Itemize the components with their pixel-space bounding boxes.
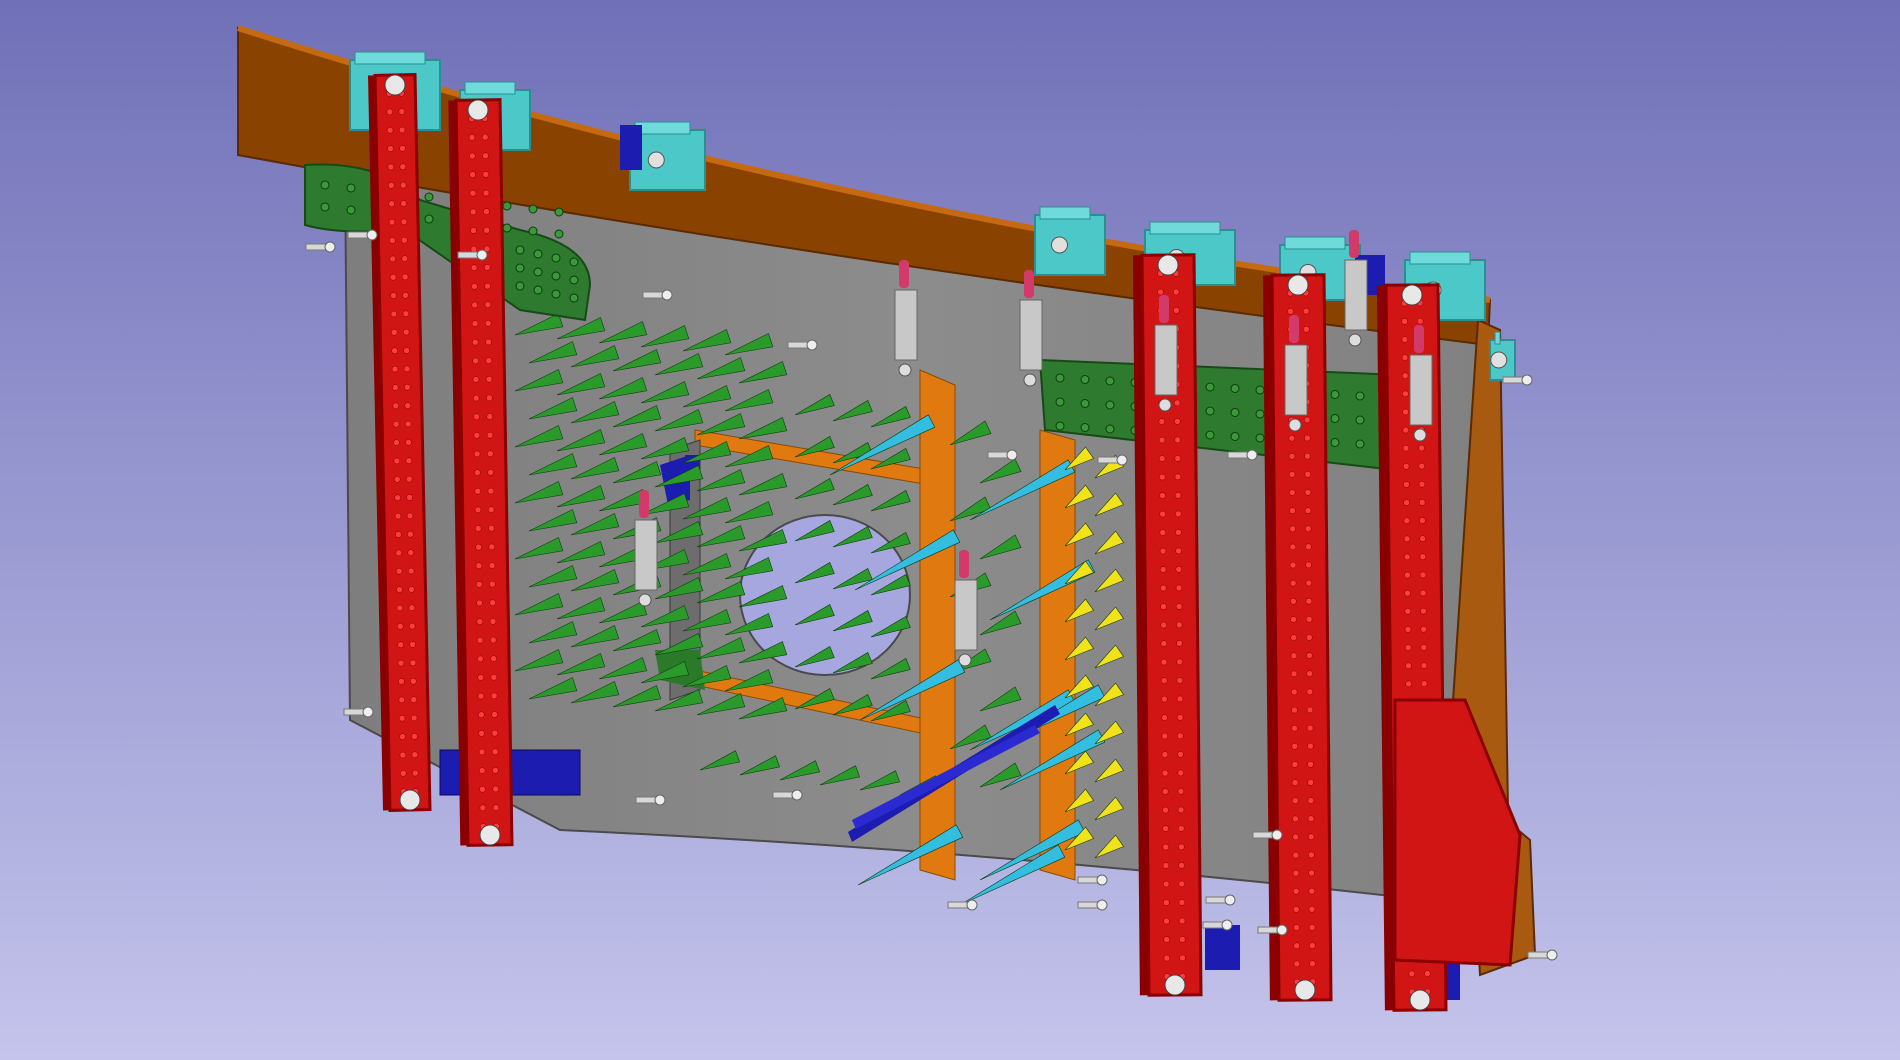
bolt-icon [1077, 899, 1108, 911]
bolt-icon [343, 706, 374, 718]
bolt-icon [1252, 829, 1283, 841]
bolt-icon [1227, 449, 1258, 461]
bolt-icon [947, 899, 978, 911]
bolt-icon [457, 249, 488, 261]
bolt-icon [1097, 454, 1128, 466]
bolt-icon [1257, 924, 1288, 936]
bolt-icon [1502, 374, 1533, 386]
bolt-icon [1205, 894, 1236, 906]
bolt-icon [1527, 949, 1558, 961]
bolt-icon [772, 789, 803, 801]
bolt-icon [787, 339, 818, 351]
holder-block [1034, 206, 1106, 276]
holder-block [1489, 331, 1516, 381]
fixture-assembly-model[interactable] [0, 0, 1900, 1060]
bolt-icon [305, 241, 336, 253]
bolt-icon [642, 289, 673, 301]
bolt-icon [347, 229, 378, 241]
bolt-icon [1202, 919, 1233, 931]
bolt-icon [635, 794, 666, 806]
bolt-icon [987, 449, 1018, 461]
cad-3d-viewport[interactable] [0, 0, 1900, 1060]
bolt-icon [1077, 874, 1108, 886]
